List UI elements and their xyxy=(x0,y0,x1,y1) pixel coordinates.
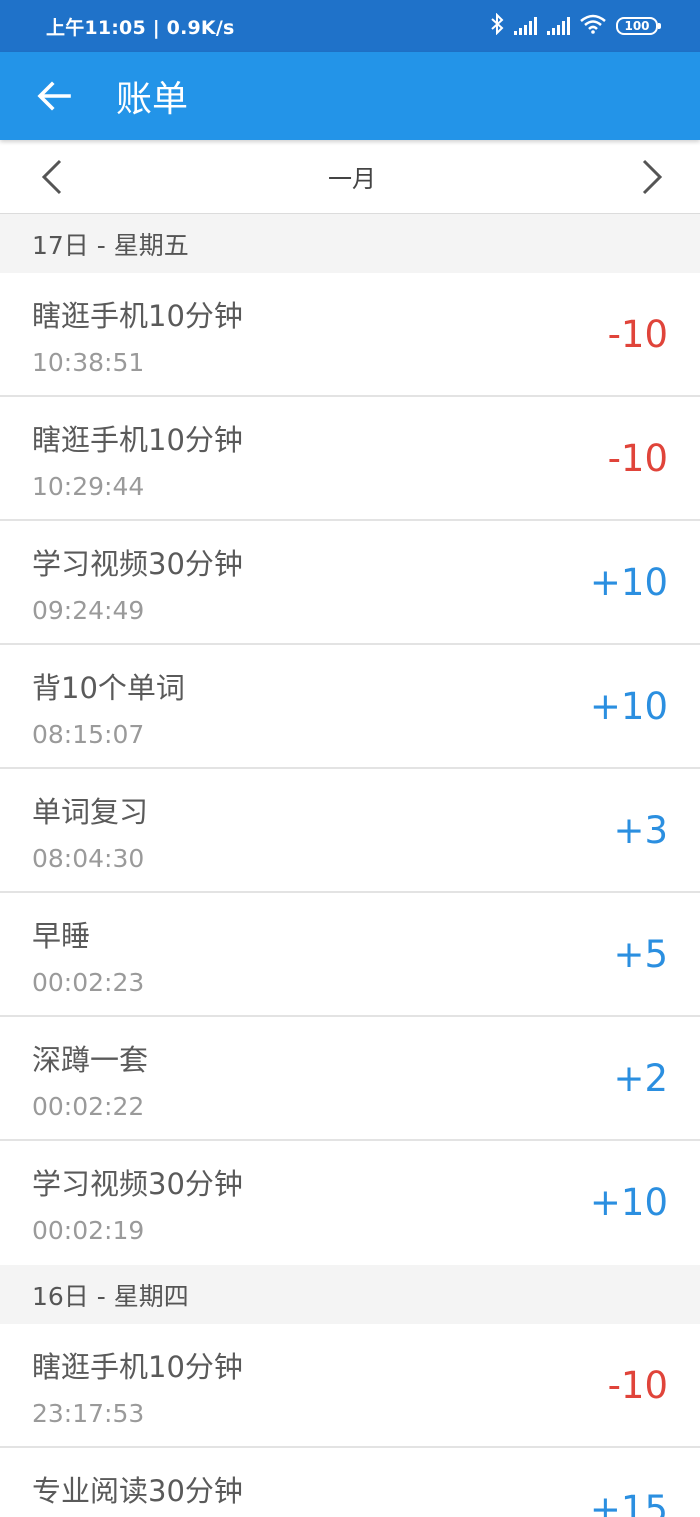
bill-amount: +10 xyxy=(589,561,668,604)
bill-time: 08:04:30 xyxy=(32,844,145,873)
page-title: 账单 xyxy=(116,79,189,120)
bill-time: 10:38:51 xyxy=(32,348,145,377)
bill-amount: +10 xyxy=(589,685,668,728)
bill-title: 深蹲一套 xyxy=(32,1043,149,1077)
bill-time: 00:02:22 xyxy=(32,1092,145,1121)
bill-time: 08:15:07 xyxy=(32,720,145,749)
bill-row[interactable]: 专业阅读30分钟 +15 xyxy=(0,1448,700,1517)
signal-roaming-icon xyxy=(547,17,570,35)
bill-row[interactable]: 学习视频30分钟 00:02:19 +10 xyxy=(0,1141,700,1265)
bill-row[interactable]: 深蹲一套 00:02:22 +2 xyxy=(0,1017,700,1141)
chevron-right-icon[interactable] xyxy=(636,157,668,197)
month-navigator: 一月 xyxy=(0,140,700,214)
section-header-day: 17日 - 星期五 xyxy=(0,214,700,273)
wifi-icon xyxy=(580,14,606,38)
bill-title: 瞎逛手机10分钟 xyxy=(32,1350,243,1384)
section-header-day: 16日 - 星期四 xyxy=(0,1265,700,1324)
bill-amount: -10 xyxy=(607,437,668,480)
bill-amount: +3 xyxy=(613,809,668,852)
bill-title: 早睡 xyxy=(32,919,91,953)
bill-time: 00:02:19 xyxy=(32,1216,145,1245)
bill-row[interactable]: 早睡 00:02:23 +5 xyxy=(0,893,700,1017)
bill-time: 09:24:49 xyxy=(32,596,145,625)
bill-amount: +15 xyxy=(589,1488,668,1517)
bill-amount: +2 xyxy=(613,1057,668,1100)
status-time-speed: 上午11:05 | 0.9K/s xyxy=(46,16,235,39)
arrow-left-icon[interactable] xyxy=(36,78,72,114)
bill-title: 学习视频30分钟 xyxy=(32,547,243,581)
bill-row[interactable]: 瞎逛手机10分钟 10:29:44 -10 xyxy=(0,397,700,521)
month-label: 一月 xyxy=(328,165,376,193)
bill-title: 瞎逛手机10分钟 xyxy=(32,423,243,457)
bill-time: 23:17:53 xyxy=(32,1399,145,1428)
bill-title: 专业阅读30分钟 xyxy=(32,1474,243,1508)
bill-list: 17日 - 星期五 瞎逛手机10分钟 10:38:51 -10 瞎逛手机10分钟… xyxy=(0,214,700,1517)
bill-title: 背10个单词 xyxy=(32,671,185,705)
bill-title: 瞎逛手机10分钟 xyxy=(32,299,243,333)
bill-amount: -10 xyxy=(607,313,668,356)
bill-amount: -10 xyxy=(607,1364,668,1407)
app-bar: 账单 xyxy=(0,52,700,140)
bill-title: 学习视频30分钟 xyxy=(32,1167,243,1201)
bill-row[interactable]: 瞎逛手机10分钟 23:17:53 -10 xyxy=(0,1324,700,1448)
battery-icon: 100 xyxy=(616,17,661,35)
bill-time: 10:29:44 xyxy=(32,472,145,501)
signal-icon xyxy=(514,17,537,35)
bill-row[interactable]: 背10个单词 08:15:07 +10 xyxy=(0,645,700,769)
bluetooth-icon xyxy=(490,12,504,39)
bill-amount: +10 xyxy=(589,1181,668,1224)
bill-time: 00:02:23 xyxy=(32,968,145,997)
status-bar: 上午11:05 | 0.9K/s 100 xyxy=(0,0,700,52)
bill-row[interactable]: 瞎逛手机10分钟 10:38:51 -10 xyxy=(0,273,700,397)
bill-row[interactable]: 学习视频30分钟 09:24:49 +10 xyxy=(0,521,700,645)
bill-title: 单词复习 xyxy=(32,795,149,829)
bill-amount: +5 xyxy=(613,933,668,976)
bill-row[interactable]: 单词复习 08:04:30 +3 xyxy=(0,769,700,893)
chevron-left-icon[interactable] xyxy=(36,157,68,197)
status-icons: 100 xyxy=(490,12,661,39)
